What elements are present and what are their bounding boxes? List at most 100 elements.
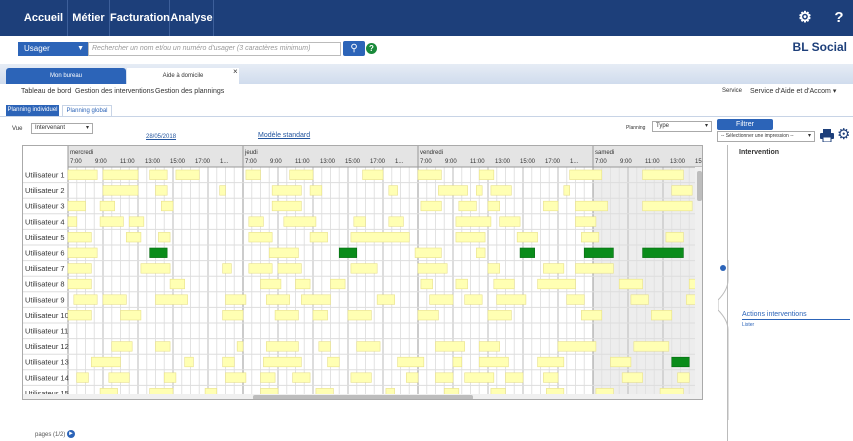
hour-label: 7:00 [595, 159, 607, 165]
nav-item-facturation[interactable]: Facturation [110, 0, 170, 36]
intervention-bar [263, 356, 302, 368]
print-select[interactable]: -- Sélectionner une impression -- ▾ [717, 131, 815, 142]
intervention-bar-green [338, 247, 358, 258]
intervention-bar [435, 341, 465, 352]
service-select[interactable]: Service d'Aide et d'Accom ▾ [750, 87, 836, 95]
usager-select[interactable]: Usager ▼ [18, 42, 88, 56]
vue-value: Intervenant [35, 125, 66, 131]
tab-planning-global[interactable]: Planning global [62, 105, 112, 116]
day-label: samedi [595, 150, 614, 156]
hour-label: 9:00 [620, 159, 632, 165]
intervention-bar [618, 278, 643, 290]
intervention-bar [225, 372, 247, 383]
intervention-bar [108, 372, 130, 383]
intervention-bar [537, 356, 565, 368]
intervention-bar [642, 169, 684, 180]
help-circle-icon[interactable]: ? [366, 43, 377, 54]
intervention-bar [149, 169, 168, 180]
intervention-bar [642, 200, 693, 212]
service-label: Service [722, 88, 743, 94]
intervention-bar [260, 372, 276, 383]
intervention-bar [222, 310, 244, 321]
intervention-bar [490, 185, 512, 196]
intervention-bar-green [149, 247, 168, 258]
hour-label: 13:00 [495, 159, 511, 165]
chevron-down-icon: ▾ [704, 123, 708, 129]
hour-label: 1... [570, 159, 579, 165]
hour-label: 17:00 [545, 159, 561, 165]
planning-svg: mercredi 7:00 9:00 11:00 13:00 15:00 17:00 1...… [23, 146, 703, 399]
hour-label: 15:00 [170, 159, 186, 165]
gear-icon[interactable]: ⚙ [791, 0, 819, 36]
intervention-bar [464, 294, 483, 305]
menu-tableau-de-bord[interactable]: Tableau de bord [21, 88, 71, 95]
intervention-bar [161, 200, 174, 212]
intervention-bar [260, 278, 282, 290]
intervention-bar [140, 263, 171, 274]
chevron-down-icon: ▾ [832, 88, 837, 95]
pager-label: pages (1/2) [35, 432, 66, 438]
intervention-bar [67, 216, 78, 227]
intervention-bar-green [671, 356, 690, 368]
vue-select[interactable]: Intervenant ▾ [31, 123, 93, 134]
menu-gestion-plannings[interactable]: Gestion des plannings [155, 88, 224, 95]
intervention-bar [236, 341, 244, 352]
intervention-bar [283, 216, 317, 227]
nav-item-accueil[interactable]: Accueil [20, 0, 68, 36]
chevron-down-icon: ▾ [85, 125, 89, 131]
intervention-bar [219, 185, 226, 196]
nav-item-analyse[interactable]: Analyse [170, 0, 214, 36]
intervention-bar [292, 372, 311, 383]
pane-bracket [718, 260, 729, 420]
printer-icon[interactable] [820, 129, 834, 143]
intervention-bar [222, 356, 235, 368]
intervention-bar [455, 216, 492, 227]
help-icon[interactable]: ? [825, 0, 853, 36]
vue-label: Vue [12, 126, 23, 132]
intervention-bar [245, 169, 261, 180]
intervention-bar [67, 232, 92, 243]
intervention-bar [621, 372, 643, 383]
intervention-bar [414, 247, 442, 258]
row-label: Utilisateur 13 [25, 358, 69, 367]
intervention-bar [420, 278, 433, 290]
model-link[interactable]: Modèle standard [258, 132, 310, 139]
intervention-bar [169, 278, 185, 290]
tab-planning-individuel[interactable]: Planning individuel [6, 105, 59, 116]
settings-gear-icon[interactable]: ⚙ [837, 127, 850, 142]
search-input[interactable]: Rechercher un nom et/ou un numéro d'usag… [88, 42, 341, 56]
intervention-bar [569, 169, 603, 180]
intervention-bar [295, 278, 311, 290]
lister-link[interactable]: Lister [742, 322, 754, 328]
close-icon[interactable]: × [233, 67, 238, 76]
intervention-bar [155, 294, 188, 305]
intervention-bar [155, 185, 168, 196]
intervention-bar [376, 294, 395, 305]
intervention-bar [543, 372, 559, 383]
nav-item-metier[interactable]: Métier [68, 0, 110, 36]
search-button[interactable]: ⚲ [343, 41, 365, 56]
intervention-bar [417, 169, 442, 180]
intervention-bar [630, 294, 649, 305]
intervention-bar [67, 278, 92, 290]
tab-mon-bureau[interactable]: Mon bureau [6, 68, 126, 84]
actions-underline [742, 319, 850, 320]
tab-aide-domicile[interactable]: Aide à domicile [127, 68, 239, 85]
hour-label: 15:00 [520, 159, 536, 165]
hour-label: 9:00 [95, 159, 107, 165]
hour-label: 15:00 [695, 159, 703, 165]
next-page-icon[interactable]: ► [67, 430, 75, 438]
intervention-bar [671, 185, 693, 196]
filter-button[interactable]: Filtrer [717, 119, 773, 130]
planning-select[interactable]: Type ▾ [652, 121, 712, 132]
planning-value: Type [656, 123, 670, 129]
date-link[interactable]: 28/05/2018 [146, 134, 176, 140]
intervention-bar [163, 372, 177, 383]
hour-label: 15:00 [345, 159, 361, 165]
intervention-bar [158, 232, 171, 243]
intervention-bar [493, 278, 515, 290]
planning-grid[interactable]: mercredi 7:00 9:00 11:00 13:00 15:00 17:00 1...… [22, 145, 703, 400]
intervention-bar [76, 372, 89, 383]
menu-gestion-interventions[interactable]: Gestion des interventions [75, 88, 154, 95]
intervention-bar [271, 200, 302, 212]
